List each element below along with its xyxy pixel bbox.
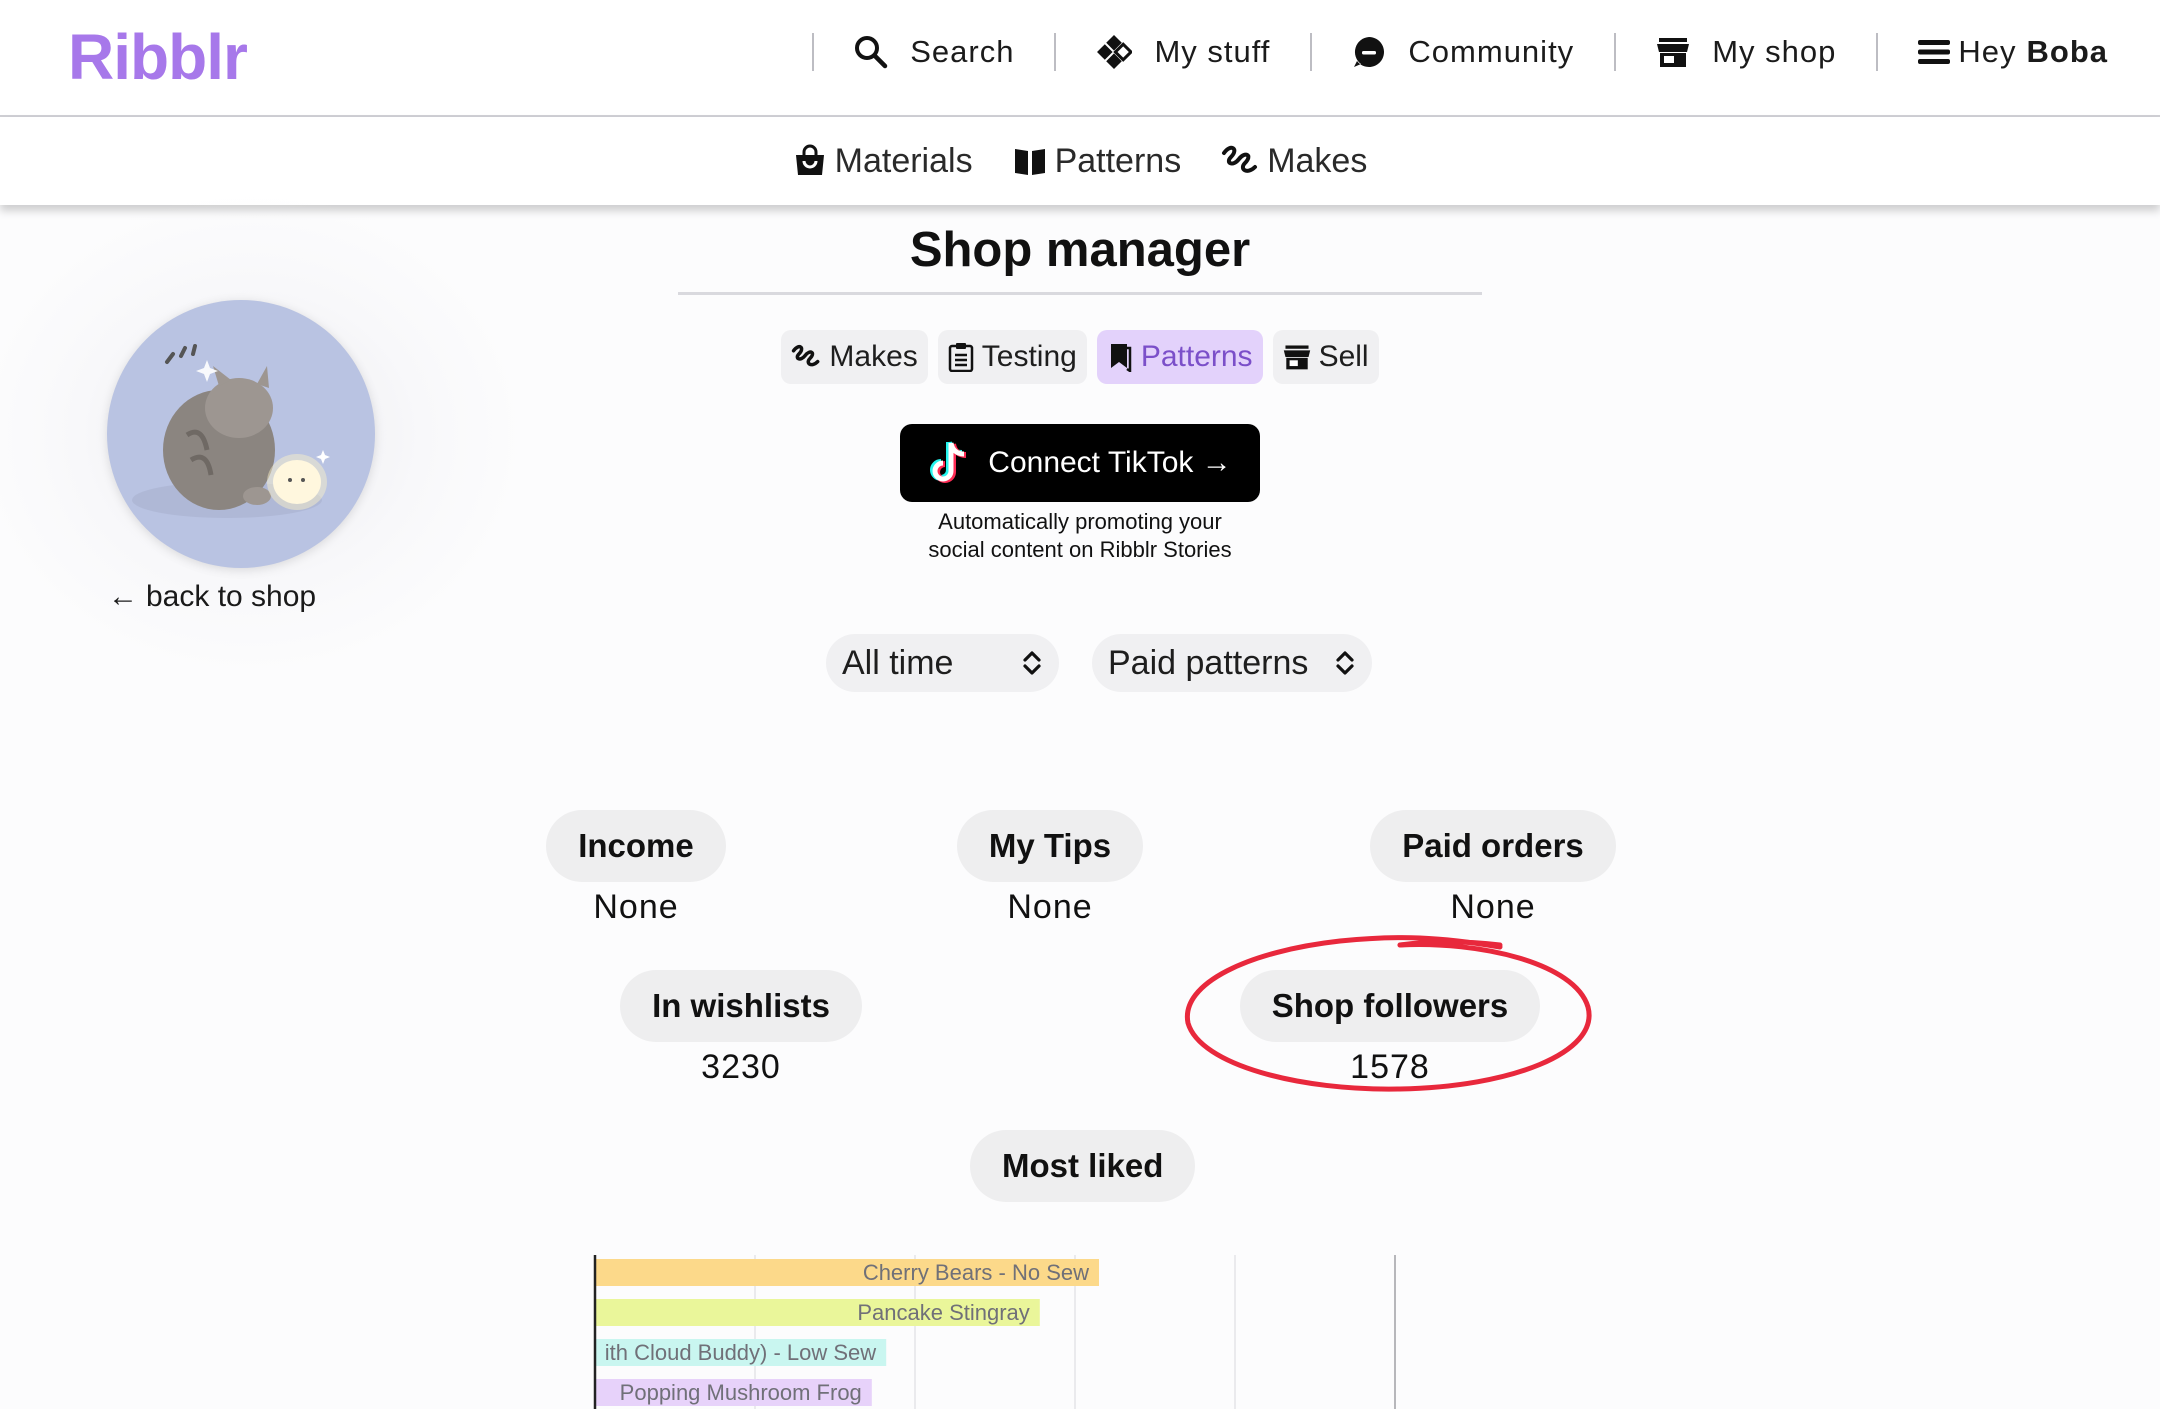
storefront-icon xyxy=(1657,38,1690,67)
subnav-patterns-label: Patterns xyxy=(1054,141,1182,180)
greeting-text: Hey xyxy=(1958,34,2017,69)
stat-tips-label: My Tips xyxy=(956,810,1144,882)
yarn-stitch-icon xyxy=(792,344,820,367)
subnav-makes[interactable]: Makes xyxy=(1221,142,1367,181)
tiktok-description: Automatically promoting your social cont… xyxy=(830,508,1330,564)
main-nav: Search My stuff Community My shop Hey Bo… xyxy=(772,0,2108,104)
most-liked-chart: Cherry Bears - No Sew Pancake Stingray ith… xyxy=(593,1255,1396,1409)
diamond-grid-icon xyxy=(1097,35,1133,69)
stat-paid-orders-label: Paid orders xyxy=(1370,810,1616,882)
tiktok-note-line1: Automatically promoting your xyxy=(938,509,1222,534)
nav-community[interactable]: Community xyxy=(1352,34,1574,70)
arrow-left-icon: ← xyxy=(108,580,138,613)
hamburger-menu-icon xyxy=(1918,40,1951,64)
chart-bar-label: Cherry Bears - No Sew xyxy=(863,1260,1089,1285)
user-menu[interactable]: Hey Boba xyxy=(1918,34,2108,70)
tiktok-logo-icon xyxy=(930,441,967,483)
ribblr-logo[interactable]: Ribblr xyxy=(68,20,248,94)
search-icon xyxy=(855,36,888,69)
subnav-materials-label: Materials xyxy=(834,141,973,180)
nav-divider xyxy=(1310,33,1313,71)
tab-testing[interactable]: Testing xyxy=(937,330,1087,384)
stat-tips: My Tips None xyxy=(940,810,1160,927)
nav-search[interactable]: Search xyxy=(854,34,1014,70)
connect-tiktok-button[interactable]: Connect TikTok → xyxy=(900,424,1260,502)
pattern-type-select[interactable]: Paid patterns xyxy=(1092,634,1372,692)
page-title: Shop manager xyxy=(678,222,1482,295)
chart-bar-label: ith Cloud Buddy) - Low Sew xyxy=(605,1340,877,1365)
connect-tiktok-label: Connect TikTok → xyxy=(988,446,1232,479)
tab-sell-label: Sell xyxy=(1318,340,1369,373)
pattern-type-select-value: Paid patterns xyxy=(1108,643,1309,682)
nav-my-shop-label: My shop xyxy=(1712,34,1837,69)
back-to-shop-label: back to shop xyxy=(146,580,317,613)
open-book-icon xyxy=(1014,149,1045,175)
stat-wishlists-label: In wishlists xyxy=(620,970,862,1042)
chart-bar-label: Pancake Stingray xyxy=(857,1300,1029,1325)
category-nav: Materials Patterns Makes xyxy=(0,117,2160,205)
stat-wishlists-value: 3230 xyxy=(701,1048,781,1086)
tab-patterns-label: Patterns xyxy=(1140,340,1253,373)
tab-testing-label: Testing xyxy=(981,340,1077,373)
nav-community-label: Community xyxy=(1408,34,1575,69)
nav-my-stuff-label: My stuff xyxy=(1154,34,1271,69)
shopping-bag-icon xyxy=(795,144,824,175)
subnav-materials[interactable]: Materials xyxy=(793,142,973,181)
stat-income-value: None xyxy=(593,888,679,926)
chat-bubble-icon xyxy=(1354,37,1385,67)
stat-income-label: Income xyxy=(546,810,726,882)
nav-divider xyxy=(1876,33,1879,71)
yarn-stitch-icon xyxy=(1222,145,1258,173)
tiktok-note-line2: social content on Ribblr Stories xyxy=(928,537,1232,562)
tab-patterns[interactable]: Patterns xyxy=(1096,330,1263,384)
manager-tabs: Makes Testing Patterns Sell xyxy=(0,330,2160,384)
chart-bar-label: Popping Mushroom Frog xyxy=(620,1380,862,1405)
stat-income: Income None xyxy=(536,810,736,927)
chevron-up-down-icon xyxy=(1023,651,1041,675)
storefront-icon xyxy=(1283,345,1310,370)
tab-makes-label: Makes xyxy=(829,340,918,373)
tab-sell[interactable]: Sell xyxy=(1272,330,1379,384)
stat-tips-value: None xyxy=(1007,888,1093,926)
clipboard-icon xyxy=(948,343,974,372)
nav-divider xyxy=(812,33,815,71)
tab-makes[interactable]: Makes xyxy=(781,330,928,384)
user-name: Boba xyxy=(2026,34,2108,69)
nav-search-label: Search xyxy=(910,34,1015,69)
top-header: Ribblr Search My stuff Community My shop… xyxy=(0,0,2160,117)
back-to-shop-link[interactable]: ← back to shop xyxy=(108,580,316,614)
red-annotation-circle xyxy=(1184,935,1592,1092)
chevron-up-down-icon xyxy=(1336,651,1354,675)
nav-divider xyxy=(1054,33,1057,71)
bookmark-icon xyxy=(1110,344,1132,372)
stat-wishlists: In wishlists 3230 xyxy=(601,970,881,1087)
nav-my-shop[interactable]: My shop xyxy=(1656,34,1836,70)
most-liked-heading: Most liked xyxy=(970,1130,1196,1202)
stat-paid-orders-value: None xyxy=(1450,888,1536,926)
nav-divider xyxy=(1614,33,1617,71)
period-select[interactable]: All time xyxy=(826,634,1059,692)
period-select-value: All time xyxy=(842,643,954,682)
subnav-makes-label: Makes xyxy=(1267,141,1368,180)
nav-my-stuff[interactable]: My stuff xyxy=(1096,34,1270,70)
stat-paid-orders: Paid orders None xyxy=(1343,810,1643,927)
subnav-patterns[interactable]: Patterns xyxy=(1013,141,1182,181)
